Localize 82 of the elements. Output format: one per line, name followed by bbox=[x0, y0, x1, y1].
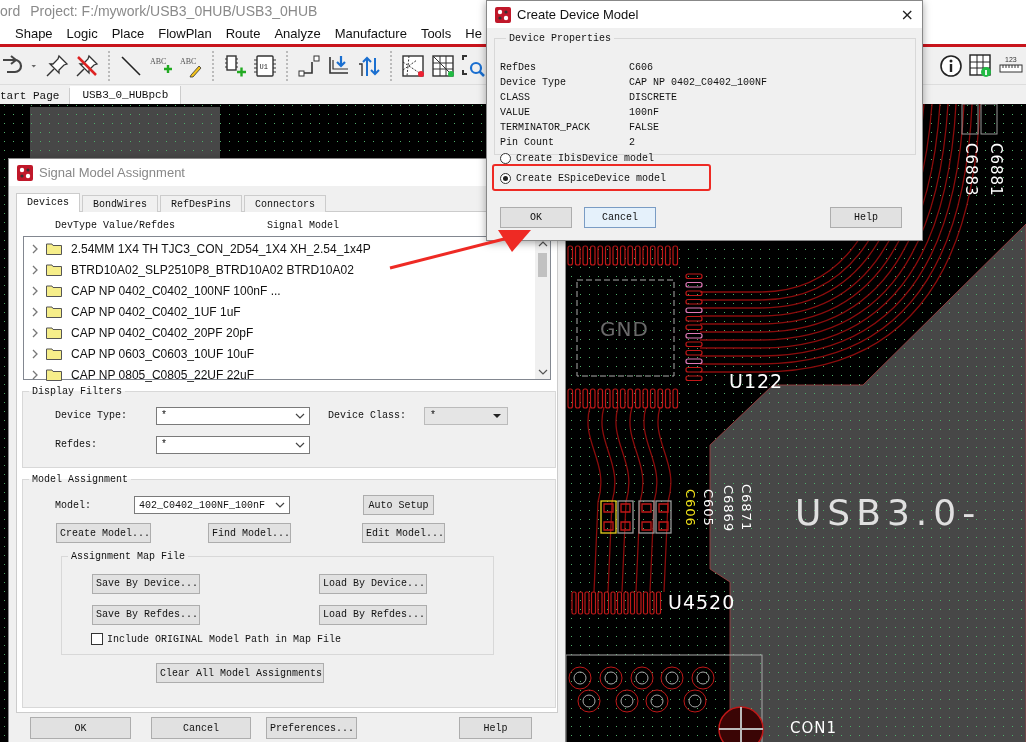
group-title: Model Assignment bbox=[31, 474, 129, 485]
menu-item[interactable]: He bbox=[465, 25, 482, 41]
reference-label: U122 bbox=[729, 370, 784, 392]
radio-label: Create IbisDevice model bbox=[516, 152, 655, 164]
property-value: FALSE bbox=[629, 122, 659, 133]
tab[interactable]: Devices bbox=[16, 193, 80, 212]
device-name[interactable]: CAP NP 0805_C0805_22UF 22uF bbox=[71, 367, 254, 382]
reference-label: C606 bbox=[683, 489, 698, 527]
device-name[interactable]: CAP NP 0402_C0402_20PF 20pF bbox=[71, 325, 254, 340]
reference-label: CON1 bbox=[790, 719, 838, 737]
refdes-combobox[interactable]: * bbox=[156, 435, 310, 454]
close-button[interactable]: × bbox=[900, 5, 914, 24]
device-name[interactable]: BTRD10A02_SLP2510P8_BTRD10A02 BTRD10A02 bbox=[71, 262, 354, 277]
reference-label: C6871 bbox=[739, 484, 754, 532]
menu-item[interactable]: Manufacture bbox=[334, 25, 407, 41]
edit-model-button[interactable]: Edit Model... bbox=[362, 523, 445, 543]
auto-setup-button[interactable]: Auto Setup bbox=[363, 495, 434, 515]
device-name[interactable]: CAP NP 0402_C0402_1UF 1uF bbox=[71, 304, 241, 319]
reference-label: C6883 bbox=[962, 143, 980, 197]
device-name[interactable]: 2.54MM 1X4 TH TJC3_CON_2D54_1X4 XH_2.54_1x4P bbox=[71, 241, 371, 256]
menu-item[interactable]: Route bbox=[225, 25, 261, 41]
reference-label: U4520 bbox=[668, 591, 736, 613]
clear-all-button[interactable]: Clear All Model Assignments bbox=[156, 663, 324, 683]
reference-label: C6869 bbox=[721, 485, 736, 533]
dialog-button[interactable]: OK bbox=[30, 717, 131, 739]
property-name: Device Type bbox=[500, 77, 567, 88]
field-label: Model: bbox=[54, 499, 92, 511]
property-value: C606 bbox=[629, 62, 653, 73]
group-title: Device Properties bbox=[508, 33, 613, 44]
tab[interactable]: Connectors bbox=[244, 195, 327, 212]
dialog-button[interactable]: OK bbox=[500, 207, 572, 228]
create-model-button[interactable]: Create Model... bbox=[56, 523, 151, 543]
menu-item[interactable]: Place bbox=[111, 25, 145, 41]
property-value: 2 bbox=[629, 137, 635, 148]
project-path: Project: F:/mywork/USB3_0HUB/USB3_0HUB bbox=[30, 3, 318, 19]
menu-item[interactable]: Tools bbox=[420, 25, 452, 41]
menu-item[interactable]: Logic bbox=[66, 25, 98, 41]
reference-label: C605 bbox=[701, 489, 716, 527]
save-by-device-button[interactable]: Save By Device... bbox=[92, 573, 200, 594]
load-by-device-button[interactable]: Load By Device... bbox=[319, 573, 427, 594]
dialog-button[interactable]: Help bbox=[830, 207, 902, 228]
property-name: VALUE bbox=[500, 107, 531, 118]
field-label: Device Type: bbox=[54, 410, 128, 421]
radio-label: Create ESpiceDevice model bbox=[516, 172, 667, 184]
reference-label: USB3.0- bbox=[795, 492, 982, 533]
property-value: DISCRETE bbox=[629, 92, 677, 103]
property-value: 100nF bbox=[629, 107, 659, 118]
reference-label: C6881 bbox=[987, 143, 1005, 197]
menu-item[interactable]: Analyze bbox=[274, 25, 321, 41]
property-name: TERMINATOR_PACK bbox=[500, 122, 591, 133]
save-by-refdes-button[interactable]: Save By Refdes... bbox=[92, 604, 200, 625]
device-class-dropdown[interactable]: * bbox=[424, 406, 508, 425]
dialog-title: Create Device Model bbox=[517, 7, 639, 22]
group-title: Assignment Map File bbox=[70, 551, 187, 562]
load-by-refdes-button[interactable]: Load By Refdes... bbox=[319, 604, 427, 625]
dialog-button[interactable]: Cancel bbox=[151, 717, 251, 739]
menu-item[interactable]: Shape bbox=[15, 25, 53, 41]
property-name: CLASS bbox=[500, 92, 531, 103]
document-tab[interactable]: USB3_0_HUBpcb bbox=[70, 86, 182, 104]
dialog-title: Signal Model Assignment bbox=[39, 165, 185, 180]
dialog-button[interactable]: Preferences... bbox=[266, 717, 357, 739]
column-header: Signal Model bbox=[267, 220, 339, 231]
device-type-combobox[interactable]: * bbox=[156, 406, 310, 425]
dialog-button[interactable]: Cancel bbox=[584, 207, 656, 228]
reference-label: GND bbox=[600, 317, 649, 341]
property-value: CAP NP 0402_C0402_100NF bbox=[629, 77, 768, 88]
column-header: DevType Value/Refdes bbox=[55, 220, 176, 231]
device-name[interactable]: CAP NP 0402_C0402_100NF 100nF ... bbox=[71, 283, 281, 298]
find-model-button[interactable]: Find Model... bbox=[208, 523, 291, 543]
tab[interactable]: RefDesPins bbox=[160, 195, 243, 212]
menu-item[interactable]: FlowPlan bbox=[158, 25, 212, 41]
tab[interactable]: BondWires bbox=[82, 195, 159, 212]
app-title: ord bbox=[0, 3, 21, 19]
field-label: Refdes: bbox=[54, 439, 98, 450]
field-label: Device Class: bbox=[328, 410, 407, 421]
property-name: Pin Count bbox=[500, 137, 555, 148]
dialog-button[interactable]: Help bbox=[459, 717, 532, 739]
property-name: RefDes bbox=[500, 62, 537, 73]
device-name[interactable]: CAP NP 0603_C0603_10UF 10uF bbox=[71, 346, 254, 361]
group-title: Display Filters bbox=[31, 386, 123, 397]
checkbox-label: Include ORIGINAL Model Path in Map File bbox=[107, 633, 342, 645]
model-combobox[interactable]: 402_C0402_100NF_100nF bbox=[134, 496, 290, 514]
